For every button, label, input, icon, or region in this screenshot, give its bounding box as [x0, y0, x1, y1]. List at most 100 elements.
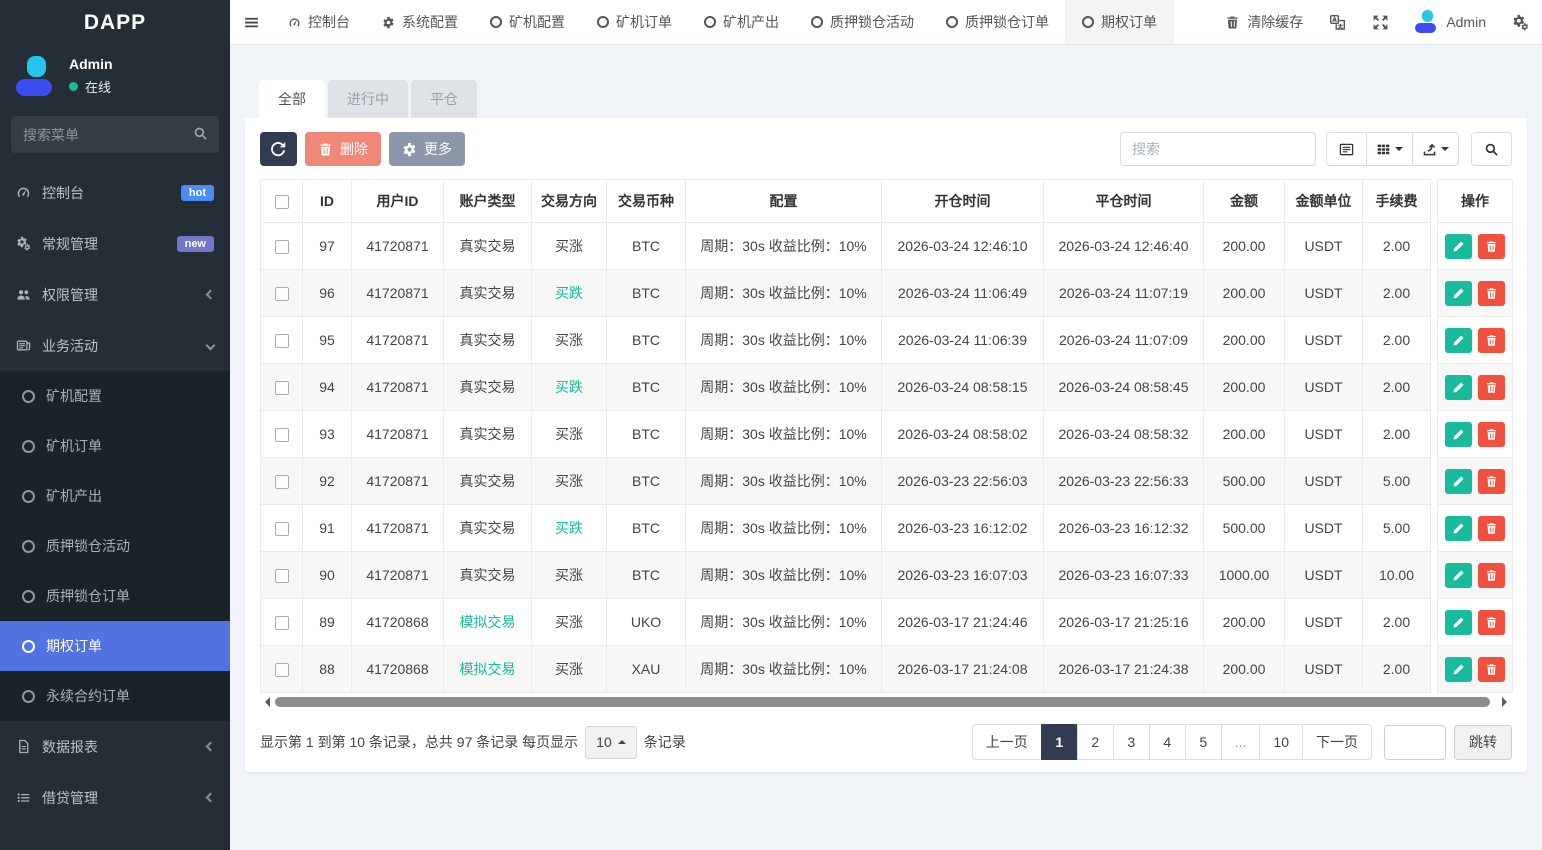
cell-user-id: 41720871: [351, 222, 444, 270]
edit-button[interactable]: [1445, 656, 1472, 682]
row-checkbox[interactable]: [274, 287, 289, 302]
sidebar-search-input[interactable]: [11, 116, 219, 153]
sidebar-subitem-4[interactable]: 质押锁仓订单: [0, 571, 230, 621]
detail-view-button[interactable]: [1326, 132, 1367, 166]
dashboard-icon: [288, 16, 301, 29]
delete-row-button[interactable]: [1478, 515, 1505, 541]
edit-button[interactable]: [1445, 327, 1472, 353]
settings-button[interactable]: [1499, 0, 1542, 44]
delete-row-button[interactable]: [1478, 562, 1505, 588]
page-size-dropdown[interactable]: 10: [585, 725, 637, 759]
translate-button[interactable]: [1316, 0, 1359, 44]
online-dot-icon: [69, 82, 78, 91]
export-button[interactable]: [1412, 132, 1459, 166]
row-checkbox[interactable]: [274, 663, 289, 678]
edit-button[interactable]: [1445, 609, 1472, 635]
search-button[interactable]: [1471, 132, 1512, 166]
sidebar-subitem-6[interactable]: 永续合约订单: [0, 671, 230, 721]
row-checkbox[interactable]: [274, 428, 289, 443]
delete-row-button[interactable]: [1478, 468, 1505, 494]
delete-row-button[interactable]: [1478, 327, 1505, 353]
filter-tab-2[interactable]: 平仓: [411, 80, 477, 118]
delete-row-button[interactable]: [1478, 609, 1505, 635]
topbar-tab-5[interactable]: 质押锁仓活动: [795, 0, 930, 44]
topbar-tab-2[interactable]: 矿机配置: [474, 0, 581, 44]
sidebar-item-2[interactable]: 权限管理: [0, 269, 230, 320]
filter-tab-0[interactable]: 全部: [259, 80, 325, 118]
edit-button[interactable]: [1445, 374, 1472, 400]
row-checkbox[interactable]: [274, 240, 289, 255]
fullscreen-button[interactable]: [1359, 0, 1402, 44]
users-icon: [16, 287, 31, 302]
profile-menu[interactable]: Admin: [1402, 0, 1499, 44]
topbar-tab-6[interactable]: 质押锁仓订单: [930, 0, 1065, 44]
clear-cache-button[interactable]: 清除缓存: [1212, 0, 1316, 44]
page-button-...[interactable]: ...: [1220, 724, 1261, 760]
delete-row-button[interactable]: [1478, 280, 1505, 306]
sidebar-item-1[interactable]: 常规管理 new: [0, 218, 230, 269]
scrollbar-track[interactable]: [272, 697, 1500, 707]
table-row: 90 41720871 真实交易 买涨 BTC 周期：30s 收益比例：10% 2026-0…: [260, 551, 1513, 599]
cell-fee: 2.00: [1362, 598, 1431, 646]
page-button-5[interactable]: 5: [1184, 724, 1222, 760]
delete-row-button[interactable]: [1478, 233, 1505, 259]
row-checkbox[interactable]: [274, 522, 289, 537]
sidebar-toggle-button[interactable]: [230, 0, 272, 44]
page-button-2[interactable]: 2: [1076, 724, 1114, 760]
sidebar-subitem-1[interactable]: 矿机订单: [0, 421, 230, 471]
more-button[interactable]: 更多: [389, 132, 465, 166]
row-checkbox[interactable]: [274, 475, 289, 490]
delete-row-button[interactable]: [1478, 374, 1505, 400]
sidebar-item-0[interactable]: 控制台 hot: [0, 167, 230, 218]
cell-actions: [1437, 645, 1513, 693]
edit-button[interactable]: [1445, 280, 1472, 306]
pencil-icon: [1452, 522, 1465, 535]
sidebar-subitem-0[interactable]: 矿机配置: [0, 371, 230, 421]
delete-button[interactable]: 删除: [305, 132, 381, 166]
topbar-tab-4[interactable]: 矿机产出: [688, 0, 795, 44]
cell-direction: 买涨: [531, 410, 607, 458]
edit-button[interactable]: [1445, 562, 1472, 588]
row-checkbox[interactable]: [274, 569, 289, 584]
topbar-tab-3[interactable]: 矿机订单: [581, 0, 688, 44]
edit-button[interactable]: [1445, 515, 1472, 541]
filter-tab-1[interactable]: 进行中: [328, 80, 408, 118]
page-button-1[interactable]: 1: [1040, 724, 1078, 760]
select-all-checkbox[interactable]: [274, 195, 289, 210]
refresh-button[interactable]: [260, 132, 297, 166]
table-search-input[interactable]: [1120, 132, 1316, 166]
columns-button[interactable]: [1366, 132, 1413, 166]
sidebar-item-4[interactable]: 数据报表: [0, 721, 230, 772]
delete-row-button[interactable]: [1478, 421, 1505, 447]
topbar-tab-0[interactable]: 控制台: [272, 0, 366, 44]
sidebar-subitem-2[interactable]: 矿机产出: [0, 471, 230, 521]
scroll-right-icon[interactable]: [1502, 697, 1512, 707]
page-button-3[interactable]: 3: [1112, 724, 1150, 760]
pagination: 显示第 1 到第 10 条记录，总共 97 条记录 每页显示 10 条记录 上一…: [260, 724, 1512, 760]
cell-user-id: 41720871: [351, 316, 444, 364]
jump-page-input[interactable]: [1384, 724, 1446, 760]
edit-button[interactable]: [1445, 468, 1472, 494]
topbar-tab-1[interactable]: 系统配置: [366, 0, 474, 44]
sidebar-submenu: 矿机配置 矿机订单 矿机产出 质押锁仓活动 质押锁仓订单 期权订单 永续合约订单: [0, 371, 230, 721]
edit-button[interactable]: [1445, 233, 1472, 259]
row-checkbox[interactable]: [274, 334, 289, 349]
sidebar-item-3[interactable]: 业务活动: [0, 320, 230, 371]
next-page-button[interactable]: 下一页: [1302, 724, 1372, 760]
page-button-4[interactable]: 4: [1148, 724, 1186, 760]
sidebar-subitem-5[interactable]: 期权订单: [0, 621, 230, 671]
sidebar-item-5[interactable]: 借贷管理: [0, 772, 230, 823]
row-checkbox[interactable]: [274, 616, 289, 631]
prev-page-button[interactable]: 上一页: [971, 724, 1042, 760]
table-row: 93 41720871 真实交易 买涨 BTC 周期：30s 收益比例：10% 2026-0…: [260, 410, 1513, 458]
scrollbar-thumb[interactable]: [275, 697, 1490, 707]
topbar-tab-7[interactable]: 期权订单: [1065, 0, 1174, 44]
page-button-10[interactable]: 10: [1259, 724, 1303, 760]
scroll-left-icon[interactable]: [260, 697, 270, 707]
row-checkbox[interactable]: [274, 381, 289, 396]
sidebar-subitem-3[interactable]: 质押锁仓活动: [0, 521, 230, 571]
cell-close-time: 2026-03-24 11:07:19: [1043, 269, 1204, 317]
edit-button[interactable]: [1445, 421, 1472, 447]
jump-button[interactable]: 跳转: [1454, 724, 1512, 760]
delete-row-button[interactable]: [1478, 656, 1505, 682]
